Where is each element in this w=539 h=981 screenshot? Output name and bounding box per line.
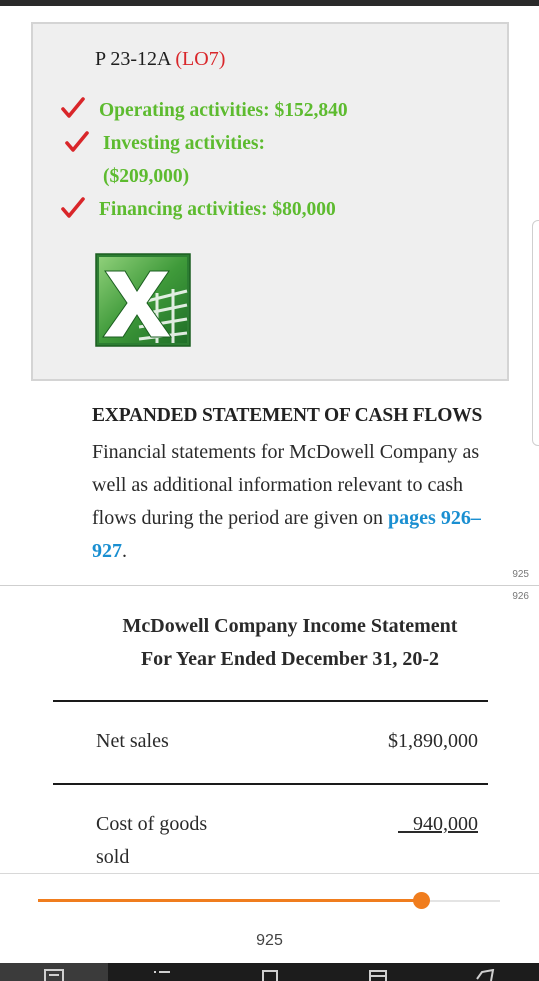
checkmark-icon [61, 197, 85, 218]
row-label-net-sales: Net sales [96, 730, 169, 752]
nav-notes-button[interactable] [324, 963, 432, 981]
tag-icon [476, 969, 495, 981]
page-slider-progress [38, 899, 422, 902]
page-mark-925: 925 [512, 569, 529, 580]
card-icon [369, 970, 387, 981]
nav-bookmarks-button[interactable] [216, 963, 324, 981]
checkmark-icon [61, 97, 85, 118]
row-label-cogs: Cost of goods sold [96, 813, 208, 868]
problem-title: P 23-12A (LO7) [95, 48, 225, 71]
learning-objective: (LO7) [175, 48, 226, 70]
answer-box: P 23-12A (LO7) Operating activities: $15… [31, 22, 509, 381]
status-bar-edge [0, 0, 539, 6]
answer-investing: Investing activities: [103, 133, 265, 154]
table-rule [53, 783, 488, 785]
answer-operating: Operating activities: $152,840 [99, 100, 348, 121]
page-mark-926: 926 [512, 591, 529, 602]
answer-financing: Financing activities: $80,000 [99, 199, 336, 220]
window-icon [262, 970, 278, 981]
page-icon [44, 969, 64, 981]
excel-icon[interactable] [95, 253, 191, 347]
section-paragraph: Financial statements for McDowell Compan… [92, 436, 512, 568]
nav-toc-button[interactable] [108, 963, 216, 981]
page-divider [0, 585, 539, 586]
page-indicator: 925 [256, 932, 283, 949]
problem-id: P 23-12A [95, 48, 171, 70]
side-drawer-handle[interactable] [532, 220, 539, 446]
nav-highlight-button[interactable] [432, 963, 539, 981]
checkmark-icon [65, 131, 89, 152]
row-value-cogs-text: 940,000 [413, 813, 478, 835]
answer-investing-value: ($209,000) [103, 166, 190, 187]
statement-period: For Year Ended December 31, 20-2 [140, 648, 440, 670]
table-rule [53, 700, 488, 702]
row-value-cogs: 940,000 [398, 813, 478, 836]
list-icon [154, 971, 170, 973]
statement-title: McDowell Company Income Statement [122, 615, 458, 637]
row-value-net-sales: $1,890,000 [388, 730, 478, 752]
nav-reader-button[interactable] [0, 963, 108, 981]
section-heading: EXPANDED STATEMENT OF CASH FLOWS [92, 405, 483, 426]
page-slider-thumb[interactable] [412, 892, 430, 909]
section-text-end: . [122, 540, 127, 562]
